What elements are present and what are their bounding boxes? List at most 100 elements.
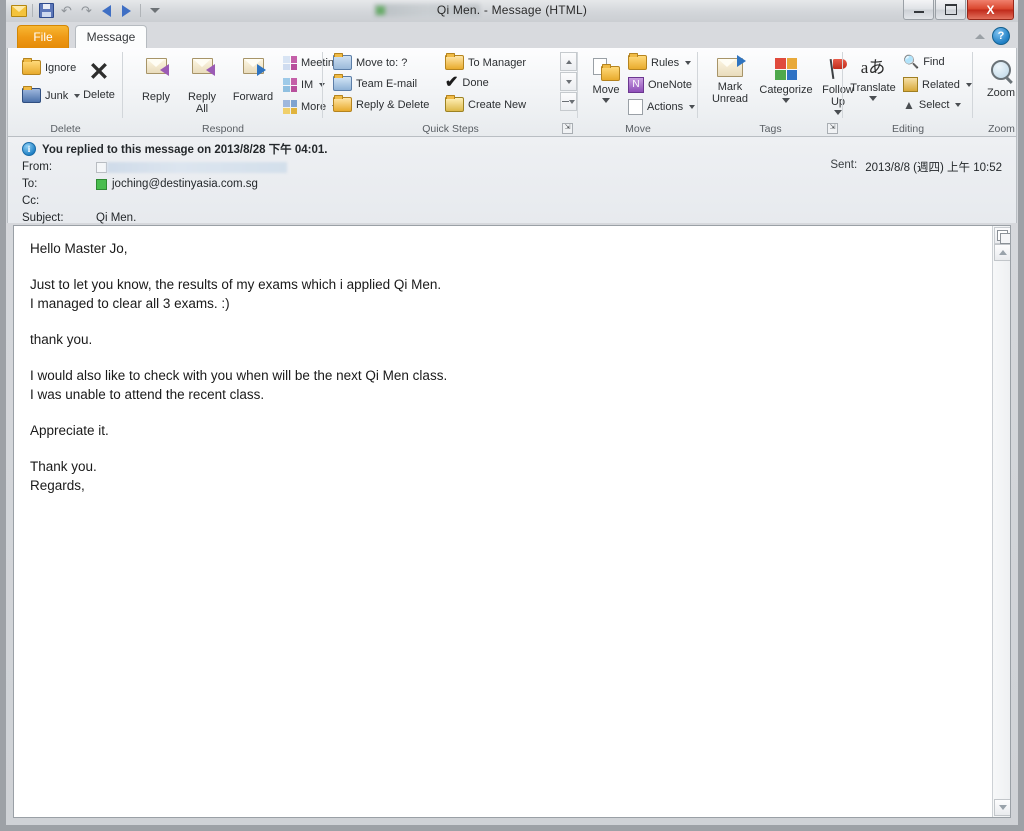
quick-step-create-new[interactable]: Create New: [445, 95, 526, 112]
ribbon-button-label: IM: [301, 79, 314, 91]
reply-info-bar[interactable]: i You replied to this message on 2013/8/…: [8, 140, 327, 157]
chevron-down-icon: [782, 98, 790, 103]
tab-message[interactable]: Message: [75, 25, 147, 48]
quick-steps-scroll-down[interactable]: [560, 72, 577, 91]
quick-step-reply-delete[interactable]: Reply & Delete: [333, 95, 430, 112]
move-to-icon: [333, 53, 352, 70]
from-presence-icon: [96, 161, 107, 173]
message-body-text[interactable]: Hello Master Jo, Just to let you know, t…: [30, 240, 970, 495]
ribbon-button-label: Rules: [651, 56, 680, 69]
chevron-down-icon: [602, 98, 610, 103]
help-icon[interactable]: ?: [992, 27, 1010, 45]
quick-step-team-email[interactable]: Team E-mail: [333, 74, 418, 91]
quick-step-label: Done: [462, 77, 489, 89]
quick-step-label: Reply & Delete: [356, 98, 430, 111]
ribbon-button-label: Forward: [232, 91, 274, 103]
ribbon-button-label: Mark Unread: [711, 81, 749, 105]
message-body-pane: Hello Master Jo, Just to let you know, t…: [13, 225, 1011, 818]
reply-all-icon: [191, 58, 215, 76]
close-button[interactable]: X: [967, 0, 1014, 20]
quick-step-done[interactable]: ✔ Done: [445, 74, 489, 91]
collapse-ribbon-icon[interactable]: [975, 33, 985, 39]
quick-steps-dialog-launcher[interactable]: ⇲: [562, 123, 573, 134]
subject-value[interactable]: Qi Men.: [96, 212, 136, 224]
ribbon-group-label: Move: [625, 123, 651, 135]
ribbon-button-move[interactable]: Move: [586, 58, 626, 103]
categorize-icon: [775, 58, 797, 80]
window-controls: X: [902, 0, 1014, 20]
ribbon-button-junk[interactable]: Junk: [22, 86, 81, 103]
quick-step-move-to[interactable]: Move to: ?: [333, 53, 408, 70]
ribbon-button-translate[interactable]: aあ Translate: [847, 58, 899, 101]
scroll-down-button[interactable]: [994, 799, 1010, 816]
minimize-button[interactable]: [903, 0, 934, 20]
team-email-icon: [333, 74, 352, 91]
tab-file[interactable]: File: [17, 25, 69, 48]
ribbon-button-onenote[interactable]: N OneNote: [628, 77, 692, 93]
forward-icon: [242, 58, 266, 76]
ribbon-button-categorize[interactable]: Categorize: [756, 58, 816, 103]
ribbon-button-find[interactable]: 🔍 Find: [903, 55, 945, 68]
ribbon-button-select[interactable]: ▲ Select: [903, 99, 962, 111]
ribbon-button-rules[interactable]: Rules: [628, 53, 692, 70]
ribbon-button-actions[interactable]: Actions: [628, 99, 696, 115]
chevron-down-icon: [685, 60, 692, 65]
ribbon-button-related[interactable]: Related: [903, 77, 972, 92]
split-pane-icon: [997, 230, 1010, 244]
ribbon-button-label: Junk: [45, 89, 69, 102]
split-pane-button[interactable]: [994, 227, 1010, 244]
ribbon-button-label: Select: [918, 99, 950, 111]
quick-steps-scroll-up[interactable]: [560, 52, 577, 71]
translate-icon: aあ: [860, 58, 886, 77]
from-value-redacted[interactable]: [107, 161, 287, 173]
ribbon-tab-strip: File Message ?: [6, 22, 1018, 48]
info-icon: i: [22, 141, 36, 156]
reply-delete-icon: [333, 95, 352, 112]
ribbon-group-label: Respond: [201, 123, 245, 135]
ribbon-right-controls: ?: [975, 27, 1010, 45]
cc-label: Cc:: [22, 195, 40, 207]
ribbon-group-label: Delete: [50, 123, 81, 135]
sent-label: Sent:: [830, 159, 858, 171]
ribbon-button-zoom[interactable]: Zoom: [979, 60, 1023, 99]
body-vertical-scrollbar[interactable]: [992, 226, 1010, 817]
field-cc: Cc:: [22, 193, 96, 209]
done-check-icon: ✔: [445, 74, 459, 91]
ribbon-group-tags: Mark Unread Categorize Follow Up Tags ⇲: [698, 48, 854, 136]
ribbon-button-label: Zoom: [986, 87, 1016, 99]
mark-unread-icon: [717, 55, 746, 77]
message-header: i You replied to this message on 2013/8/…: [7, 137, 1017, 226]
ribbon-button-delete[interactable]: ✕ Delete: [76, 60, 122, 102]
ribbon-group-delete: Ignore Junk ✕ Delete Delete: [8, 48, 123, 136]
quick-step-label: Move to: ?: [356, 56, 408, 69]
ribbon-button-label: Reply: [141, 91, 171, 103]
ribbon-button-reply-all[interactable]: Reply All: [179, 58, 225, 115]
ribbon-button-forward[interactable]: Forward: [227, 58, 279, 103]
chevron-down-icon: [955, 103, 962, 107]
ribbon-button-label: Related: [922, 78, 960, 91]
ribbon-button-label: Delete: [83, 89, 115, 101]
ribbon-button-label: Actions: [647, 101, 684, 113]
ribbon-button-mark-unread[interactable]: Mark Unread: [704, 55, 756, 105]
ribbon-button-reply[interactable]: Reply: [133, 58, 179, 103]
from-label: From:: [22, 161, 53, 173]
outlook-message-window: ↶ ↷ Qi Men. - Message (HTML) X File Mess…: [0, 0, 1024, 831]
ribbon-button-im[interactable]: IM: [283, 78, 326, 92]
field-subject: Subject: Qi Men.: [22, 210, 136, 226]
related-icon: [903, 77, 918, 92]
actions-icon: [628, 99, 643, 115]
quick-step-label: Team E-mail: [356, 77, 418, 90]
zoom-magnifier-icon: [991, 60, 1011, 80]
quick-step-to-manager[interactable]: To Manager: [445, 53, 526, 70]
ribbon-group-label: Quick Steps: [422, 123, 479, 135]
onenote-icon: N: [628, 77, 644, 93]
scroll-up-button[interactable]: [994, 244, 1010, 261]
ribbon-button-label: Move: [592, 84, 620, 96]
ribbon-button-ignore[interactable]: Ignore: [22, 58, 76, 75]
quick-steps-more[interactable]: [560, 92, 577, 111]
maximize-button[interactable]: [935, 0, 966, 20]
ribbon-group-label: Tags: [759, 123, 782, 135]
tags-dialog-launcher[interactable]: ⇲: [827, 123, 838, 134]
ribbon-button-label: Categorize: [759, 84, 813, 96]
to-value[interactable]: joching@destinyasia.com.sg: [112, 178, 258, 190]
